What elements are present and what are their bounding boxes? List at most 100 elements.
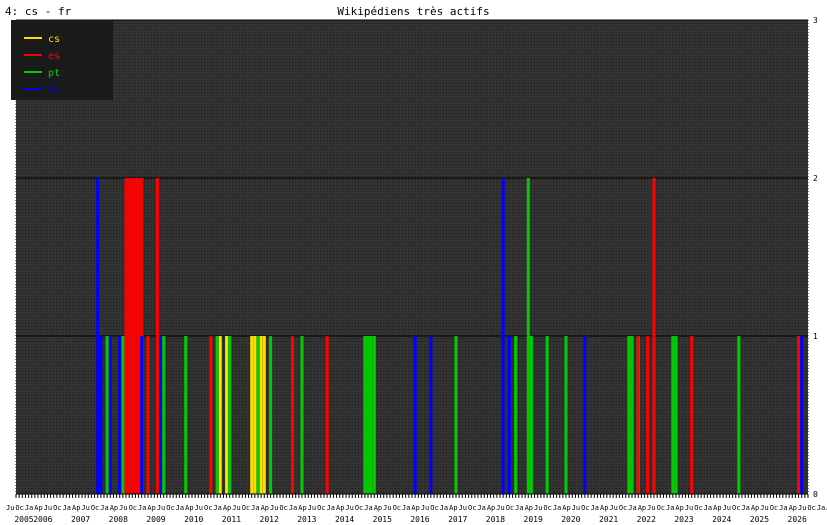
bar-pt [737, 336, 741, 494]
x-year-label: 2006 [33, 515, 52, 524]
x-year-label: 2024 [712, 515, 731, 524]
x-year-label: 2023 [674, 515, 693, 524]
x-month-label: Ju [44, 504, 52, 512]
bar-es [636, 336, 640, 494]
x-year-label: 2022 [637, 515, 656, 524]
y-tick-label: 1 [813, 332, 818, 341]
x-year-label: 2008 [109, 515, 128, 524]
x-month-label: Ju [270, 504, 278, 512]
x-year-label: 2012 [260, 515, 279, 524]
x-month-label: Ap [34, 504, 42, 512]
x-month-label: Oc [129, 504, 137, 512]
x-month-label: Ju [647, 504, 655, 512]
x-month-label: Ju [723, 504, 731, 512]
x-month-label: Oc [506, 504, 514, 512]
x-year-label: 2011 [222, 515, 241, 524]
x-year-label: 2016 [410, 515, 429, 524]
x-month-label: Ja [289, 504, 297, 512]
chart-svg: 0123Ju Oc Ja Ap Ju Oc Ja Ap Ju Oc Ja Ap Ju Oc Ja Ap Ju Oc… [6, 16, 827, 524]
x-month-label: Ap [261, 504, 269, 512]
x-month-label: Oc [430, 504, 438, 512]
bar-es [325, 336, 329, 494]
x-month-label: Ju [609, 504, 617, 512]
bar-es [797, 336, 801, 494]
bar-es [155, 178, 159, 494]
x-month-label: Ja [176, 504, 184, 512]
bar-pt [162, 336, 166, 494]
bar-pt [627, 336, 631, 494]
x-year-label: 2009 [146, 515, 165, 524]
x-month-label: Ap [675, 504, 683, 512]
x-month-label: Ja [251, 504, 259, 512]
x-month-label: Oc [355, 504, 363, 512]
bar-pt [526, 178, 530, 494]
x-month-label: Oc [543, 504, 551, 512]
x-month-label: Ju [496, 504, 504, 512]
x-year-label: 2019 [524, 515, 543, 524]
x-month-label: Ap [110, 504, 118, 512]
x-year-label: 2007 [71, 515, 90, 524]
x-month-label: Ju [157, 504, 165, 512]
bar-es [652, 178, 656, 494]
bar-fr [108, 336, 112, 494]
x-year-label: 2018 [486, 515, 505, 524]
bar-pt [529, 336, 533, 494]
bar-es [130, 178, 134, 494]
x-month-label: Oc [807, 504, 815, 512]
x-month-label: Ap [147, 504, 155, 512]
x-month-label: Ju [308, 504, 316, 512]
x-month-label: Oc [53, 504, 61, 512]
bar-fr [501, 178, 505, 494]
bar-pt [630, 336, 634, 494]
x-year-label: 2026 [788, 515, 807, 524]
x-month-label: Ap [525, 504, 533, 512]
x-month-label: Ju [459, 504, 467, 512]
x-month-label: Ju [572, 504, 580, 512]
x-month-label: Ap [562, 504, 570, 512]
legend-label-es: es [48, 51, 60, 62]
x-month-label: Ja [591, 504, 599, 512]
bar-pt [269, 336, 273, 494]
bar-pt [372, 336, 376, 494]
x-year-label: 2013 [297, 515, 316, 524]
bar-pt [105, 336, 109, 494]
x-month-label: Ja [628, 504, 636, 512]
bar-fr [429, 336, 433, 494]
bar-fr [583, 336, 587, 494]
bar-pt [228, 336, 232, 494]
bar-pt [454, 336, 458, 494]
x-month-label: Oc [15, 504, 23, 512]
bar-fr [159, 336, 163, 494]
x-month-label: Ap [600, 504, 608, 512]
x-month-label: Oc [619, 504, 627, 512]
x-month-label: Ap [789, 504, 797, 512]
x-month-label: Ja [779, 504, 787, 512]
bar-pt [545, 336, 549, 494]
bar-es [137, 178, 141, 494]
bar-es [124, 178, 128, 494]
x-month-label: Ja [100, 504, 108, 512]
bar-cs [225, 336, 229, 494]
bar-cs [250, 336, 254, 494]
x-month-label: Ja [477, 504, 485, 512]
x-month-label: Ja [402, 504, 410, 512]
bar-fr [413, 336, 417, 494]
x-year-label: 2021 [599, 515, 618, 524]
x-month-label: Ju [534, 504, 542, 512]
x-month-label: Ju [345, 504, 353, 512]
bar-pt [300, 336, 304, 494]
x-month-label: Ap [751, 504, 759, 512]
x-month-label: Oc [166, 504, 174, 512]
bar-es [291, 336, 295, 494]
x-month-label: Oc [317, 504, 325, 512]
x-month-label: Ja [704, 504, 712, 512]
x-year-label: 2010 [184, 515, 203, 524]
bar-cs [218, 336, 222, 494]
bar-cs [253, 336, 257, 494]
bar-fr [507, 336, 511, 494]
x-month-label: Ap [713, 504, 721, 512]
x-month-label: Oc [91, 504, 99, 512]
legend-label-cs: cs [48, 34, 60, 45]
x-month-label: Ju [119, 504, 127, 512]
x-month-label: Ju [232, 504, 240, 512]
